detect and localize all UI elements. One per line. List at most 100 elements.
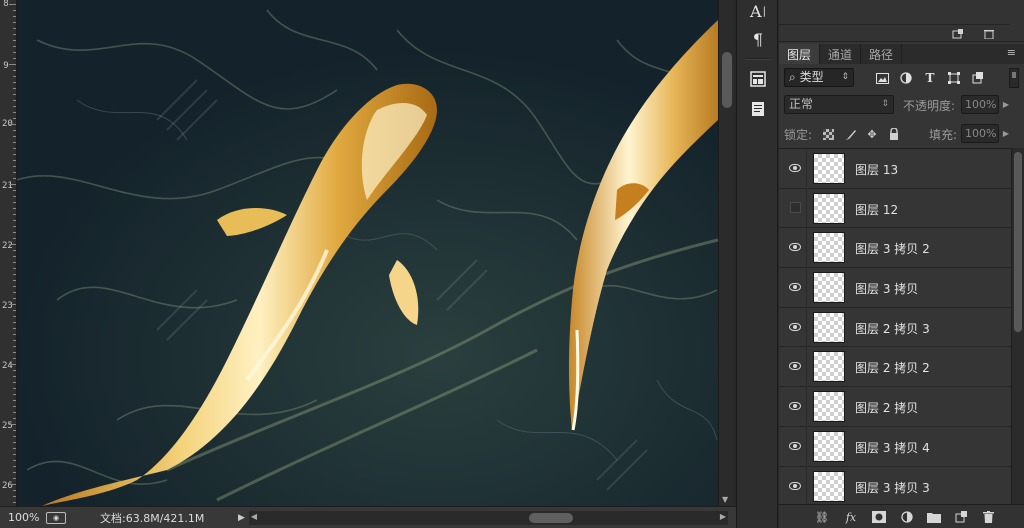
lock-transparent-icon[interactable] <box>821 127 835 141</box>
fill-dropdown-icon[interactable]: ▶ <box>1001 124 1011 143</box>
search-icon: ⌕ <box>789 70 796 84</box>
empty-eye-box-icon <box>789 202 801 214</box>
layer-row[interactable]: 图层 2 拷贝 <box>779 387 1011 427</box>
visibility-eye-icon[interactable] <box>784 427 806 465</box>
panel-tabs: 图层 通道 路径 ≡ <box>779 44 1024 64</box>
new-item-icon[interactable] <box>952 29 964 39</box>
new-group-folder-icon[interactable] <box>926 509 942 525</box>
properties-icon[interactable] <box>746 68 770 90</box>
layer-thumbnail[interactable] <box>813 192 845 224</box>
canvas-vertical-scrollbar[interactable]: ▼ <box>718 0 734 506</box>
fill-label: 填充: <box>929 128 958 142</box>
pixel-filter-icon[interactable] <box>874 70 890 86</box>
ruler-tick <box>9 484 16 485</box>
type-filter-icon[interactable]: T <box>922 70 938 86</box>
layer-name[interactable]: 图层 13 <box>855 161 898 178</box>
character-icon[interactable]: A | <box>746 0 770 22</box>
scroll-right-arrow-icon[interactable]: ▶ <box>720 512 726 521</box>
link-layers-icon[interactable]: ⛓ <box>814 509 830 525</box>
layer-name[interactable]: 图层 12 <box>855 201 898 218</box>
filter-toggle[interactable] <box>1009 68 1019 88</box>
lock-pixels-brush-icon[interactable] <box>843 127 857 141</box>
layer-thumbnail[interactable] <box>813 391 845 423</box>
scrollbar-thumb[interactable] <box>1014 152 1022 332</box>
ruler-tick <box>9 424 16 425</box>
filter-kind-select[interactable]: ⌕ 类型 ⇕ <box>784 68 854 87</box>
layer-thumbnail[interactable] <box>813 272 845 304</box>
visibility-eye-icon[interactable] <box>784 149 806 187</box>
scrollbar-thumb[interactable] <box>528 512 573 523</box>
visibility-off-icon[interactable] <box>784 189 806 227</box>
layer-thumbnail[interactable] <box>813 470 845 502</box>
layer-name[interactable]: 图层 3 拷贝 3 <box>855 479 930 496</box>
scroll-left-arrow-icon[interactable]: ◀ <box>251 512 257 521</box>
layer-filter-row: ⌕ 类型 ⇕ T <box>779 66 1024 90</box>
document-canvas[interactable] <box>17 0 718 506</box>
layer-name[interactable]: 图层 3 拷贝 4 <box>855 439 930 456</box>
lock-position-move-icon[interactable]: ✥ <box>865 127 879 141</box>
lock-label: 锁定: <box>784 128 813 142</box>
layer-name[interactable]: 图层 3 拷贝 2 <box>855 240 930 257</box>
layer-row[interactable]: 图层 2 拷贝 3 <box>779 307 1011 348</box>
opacity-dropdown-icon[interactable]: ▶ <box>1001 95 1011 114</box>
layers-list[interactable]: 图层 13 图层 12 图层 3 拷贝 2 图层 3 拷贝 图层 2 拷贝 3 图层 2 … <box>779 148 1011 504</box>
layer-thumbnail[interactable] <box>813 430 845 462</box>
visibility-eye-icon[interactable] <box>784 268 806 306</box>
visibility-eye-icon[interactable] <box>784 228 806 266</box>
layer-name[interactable]: 图层 2 拷贝 3 <box>855 320 930 337</box>
adjustment-filter-icon[interactable] <box>898 70 914 86</box>
ruler-tick <box>9 364 16 365</box>
trash-icon[interactable] <box>983 29 995 40</box>
new-layer-icon[interactable] <box>953 509 969 525</box>
vertical-ruler[interactable]: 8 9 20 21 22 23 24 25 26 <box>0 0 17 506</box>
opacity-input[interactable]: 100% <box>961 95 999 114</box>
layer-row[interactable]: 图层 2 拷贝 2 <box>779 347 1011 388</box>
panel-menu-icon[interactable]: ≡ <box>999 44 1024 64</box>
scrollbar-thumb[interactable] <box>722 52 732 108</box>
tab-channels[interactable]: 通道 <box>820 44 862 64</box>
blend-mode-select[interactable]: 正常 ⇕ <box>784 95 894 114</box>
status-menu-arrow-icon[interactable]: ▶ <box>238 513 245 523</box>
visibility-eye-icon[interactable] <box>784 308 806 346</box>
eye-column-divider <box>806 268 807 307</box>
layer-row[interactable]: 图层 13 <box>779 149 1011 189</box>
add-mask-icon[interactable] <box>871 509 887 525</box>
layer-thumbnail[interactable] <box>813 311 845 343</box>
layer-row[interactable]: 图层 3 拷贝 <box>779 268 1011 308</box>
zoom-level[interactable]: 100% <box>0 511 44 524</box>
ruler-tick <box>9 124 16 125</box>
layer-row[interactable]: 图层 3 拷贝 3 <box>779 466 1011 505</box>
layer-style-fx-icon[interactable]: fx <box>843 509 859 525</box>
visibility-eye-icon[interactable] <box>784 467 806 505</box>
ruler-tick <box>9 304 16 305</box>
tab-paths[interactable]: 路径 <box>861 44 903 64</box>
notes-icon[interactable] <box>746 98 770 120</box>
smart-object-filter-icon[interactable] <box>970 70 986 86</box>
canvas-horizontal-scrollbar[interactable]: ◀ ▶ <box>248 510 728 525</box>
document-info: 文档:63.8M/421.1M <box>100 511 205 525</box>
fill-input[interactable]: 100% <box>961 124 999 143</box>
paragraph-icon[interactable]: ¶ <box>746 28 770 50</box>
eye-icon <box>789 283 801 292</box>
layer-thumbnail[interactable] <box>813 153 845 184</box>
layer-row[interactable]: 图层 12 <box>779 188 1011 229</box>
ruler-tick <box>9 4 16 5</box>
eye-column-divider <box>806 188 807 227</box>
layer-name[interactable]: 图层 2 拷贝 2 <box>855 359 930 376</box>
status-info-icon[interactable]: ◉ <box>46 511 66 524</box>
layer-name[interactable]: 图层 2 拷贝 <box>855 399 918 416</box>
visibility-eye-icon[interactable] <box>784 347 806 385</box>
scroll-down-arrow-icon[interactable]: ▼ <box>722 495 728 504</box>
shape-filter-icon[interactable] <box>946 70 962 86</box>
layers-scrollbar[interactable] <box>1011 148 1024 504</box>
visibility-eye-icon[interactable] <box>784 387 806 425</box>
layer-row[interactable]: 图层 3 拷贝 4 <box>779 426 1011 467</box>
new-adjustment-layer-icon[interactable] <box>899 509 915 525</box>
layer-row[interactable]: 图层 3 拷贝 2 <box>779 228 1011 269</box>
tab-layers[interactable]: 图层 <box>779 44 821 64</box>
layer-thumbnail[interactable] <box>813 232 845 264</box>
layer-thumbnail[interactable] <box>813 351 845 383</box>
lock-all-icon[interactable] <box>887 127 901 141</box>
delete-layer-trash-icon[interactable] <box>980 509 996 525</box>
layer-name[interactable]: 图层 3 拷贝 <box>855 280 918 297</box>
